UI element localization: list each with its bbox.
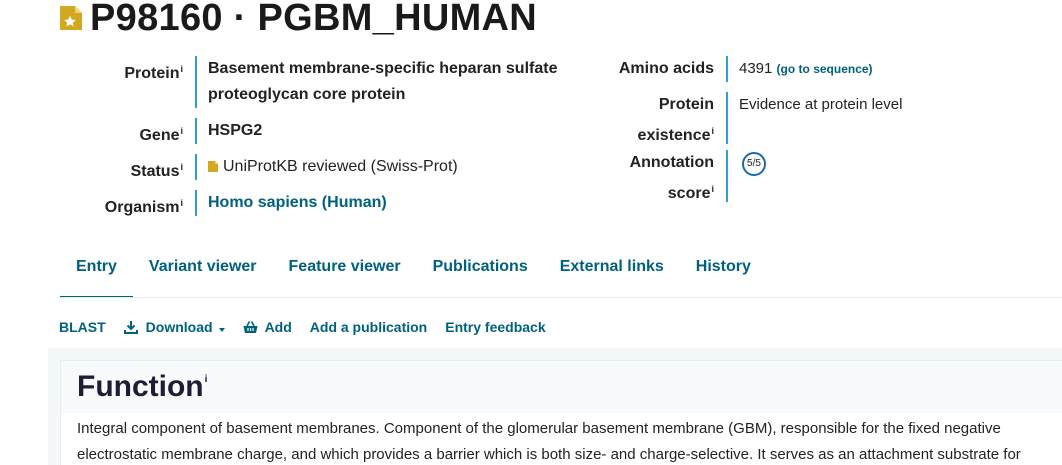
protein-meta-right: Amino acids 4391 (go to sequence) Protei…: [600, 56, 902, 202]
organism-link[interactable]: Homo sapiens (Human): [208, 194, 387, 211]
go-to-sequence-link[interactable]: (go to sequence): [777, 62, 873, 76]
annotation-score-label: Annotation scorei: [600, 150, 726, 202]
sequence-length: 4391: [739, 60, 773, 77]
annotation-score-value: 5/5: [726, 150, 766, 202]
protein-name: Basement membrane-specific heparan sulfa…: [195, 56, 575, 108]
entry-toolbar: BLAST Download Add Add a publication Ent…: [59, 319, 564, 335]
function-title: Functioni: [77, 370, 208, 403]
meta-row-protein-existence: Protein existencei Evidence at protein l…: [600, 92, 902, 144]
function-card: Functioni Integral component of basement…: [60, 360, 1062, 465]
reviewed-document-icon: [58, 4, 84, 32]
info-icon[interactable]: i: [180, 126, 183, 136]
tab-history[interactable]: History: [680, 246, 767, 298]
annotation-score-label-line2: scorei: [667, 184, 714, 202]
protein-meta-left: Proteini Basement membrane-specific hepa…: [70, 56, 575, 216]
info-icon[interactable]: i: [180, 64, 183, 74]
basket-icon: [243, 320, 258, 334]
add-publication-label: Add a publication: [309, 319, 428, 335]
info-icon[interactable]: i: [711, 126, 714, 136]
add-publication-button[interactable]: Add a publication: [310, 319, 427, 335]
meta-row-gene: Genei HSPG2: [70, 118, 575, 144]
blast-button[interactable]: BLAST: [59, 319, 106, 335]
meta-row-organism: Organismi Homo sapiens (Human): [70, 190, 575, 216]
download-button[interactable]: Download: [123, 319, 225, 335]
organism-value: Homo sapiens (Human): [195, 190, 387, 216]
page-title: P98160 · PGBM_HUMAN: [90, 0, 538, 39]
chevron-down-icon: [218, 319, 225, 335]
entry-header: P98160 · PGBM_HUMAN: [58, 0, 537, 42]
entry-feedback-button[interactable]: Entry feedback: [445, 319, 545, 335]
meta-row-annotation-score: Annotation scorei 5/5: [600, 150, 902, 202]
meta-row-protein: Proteini Basement membrane-specific hepa…: [70, 56, 575, 110]
meta-row-status: Statusi UniProtKB reviewed (Swiss-Prot): [70, 154, 575, 180]
function-description: Integral component of basement membranes…: [77, 420, 1021, 463]
protein-label: Proteini: [124, 64, 183, 82]
tab-entry[interactable]: Entry: [60, 246, 133, 298]
tabs-divider: [60, 297, 1062, 298]
organism-label: Organismi: [104, 198, 183, 216]
status-label: Statusi: [130, 162, 183, 180]
info-icon[interactable]: i: [711, 184, 714, 194]
download-icon: [123, 320, 138, 334]
protein-existence-label-line2: existencei: [637, 126, 714, 144]
download-label: Download: [145, 319, 213, 335]
tab-variant-viewer[interactable]: Variant viewer: [133, 246, 273, 298]
amino-acids-value: 4391 (go to sequence): [726, 56, 873, 82]
protein-existence-value: Evidence at protein level: [726, 92, 902, 144]
entry-tabs: Entry Variant viewer Feature viewer Publ…: [60, 246, 767, 298]
status-value: UniProtKB reviewed (Swiss-Prot): [195, 154, 458, 180]
reviewed-status-icon: [208, 155, 218, 172]
status-text: UniProtKB reviewed (Swiss-Prot): [223, 158, 458, 175]
info-icon[interactable]: i: [180, 162, 183, 172]
protein-existence-label-line1: Protein: [658, 96, 714, 113]
meta-row-amino-acids: Amino acids 4391 (go to sequence): [600, 56, 902, 82]
amino-acids-label: Amino acids: [618, 60, 714, 77]
add-to-basket-button[interactable]: Add: [243, 319, 292, 335]
tab-publications[interactable]: Publications: [417, 246, 544, 298]
gene-label: Genei: [139, 126, 183, 144]
info-icon[interactable]: i: [205, 374, 208, 385]
annotation-score-label-line1: Annotation: [629, 154, 714, 171]
entry-feedback-label: Entry feedback: [445, 319, 546, 335]
gene-name: HSPG2: [195, 118, 262, 144]
function-card-header: Functioni: [61, 361, 1062, 413]
tab-external-links[interactable]: External links: [544, 246, 680, 298]
protein-existence-label: Protein existencei: [600, 92, 726, 144]
info-icon[interactable]: i: [180, 198, 183, 208]
annotation-score-badge[interactable]: 5/5: [742, 152, 766, 176]
tab-feature-viewer[interactable]: Feature viewer: [273, 246, 417, 298]
add-label: Add: [264, 319, 292, 335]
blast-label: BLAST: [59, 319, 106, 335]
